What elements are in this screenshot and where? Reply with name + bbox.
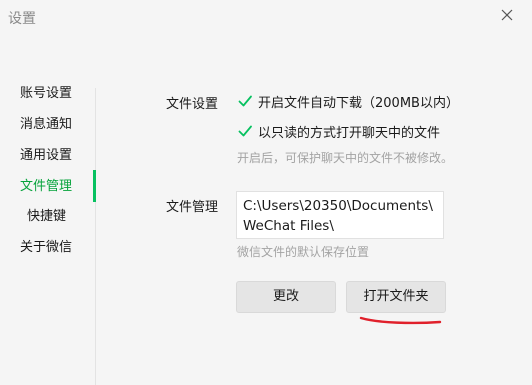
sidebar-item-notifications[interactable]: 消息通知	[20, 113, 94, 137]
storage-path-line-2: WeChat Files\	[243, 218, 334, 234]
storage-path-line-1: C:\Users\20350\Documents\	[243, 198, 433, 214]
close-icon[interactable]	[496, 4, 518, 26]
sidebar-item-file-management[interactable]: 文件管理	[20, 175, 94, 199]
sidebar-item-about[interactable]: 关于微信	[20, 236, 94, 260]
sidebar-item-general[interactable]: 通用设置	[20, 144, 94, 168]
sidebar-item-account[interactable]: 账号设置	[20, 82, 94, 106]
auto-download-label: 开启文件自动下载（200MB以内）	[258, 95, 459, 111]
sidebar-divider	[95, 88, 96, 385]
settings-window: 设置 账号设置 消息通知 通用设置 文件管理 快捷键 关于微信 文件设置 开启文…	[0, 0, 532, 385]
read-only-hint: 开启后，可保护聊天中的文件不被修改。	[237, 151, 454, 165]
file-management-label: 文件管理	[166, 200, 219, 215]
active-indicator	[93, 170, 96, 202]
window-title: 设置	[8, 11, 36, 27]
red-underline-annotation	[359, 316, 442, 325]
read-only-label: 以只读的方式打开聊天中的文件	[258, 125, 441, 141]
checkmark-icon	[237, 123, 253, 139]
sidebar-item-shortcuts[interactable]: 快捷键	[27, 205, 101, 229]
checkmark-icon	[237, 93, 253, 109]
read-only-checkbox[interactable]: 以只读的方式打开聊天中的文件	[237, 121, 440, 141]
open-folder-button[interactable]: 打开文件夹	[346, 281, 446, 313]
change-button[interactable]: 更改	[236, 281, 336, 313]
auto-download-checkbox[interactable]: 开启文件自动下载（200MB以内）	[237, 91, 459, 111]
storage-path-hint: 微信文件的默认保存位置	[237, 245, 370, 259]
storage-path-field: C:\Users\20350\Documents\ WeChat Files\	[236, 191, 444, 239]
file-settings-label: 文件设置	[166, 97, 219, 112]
